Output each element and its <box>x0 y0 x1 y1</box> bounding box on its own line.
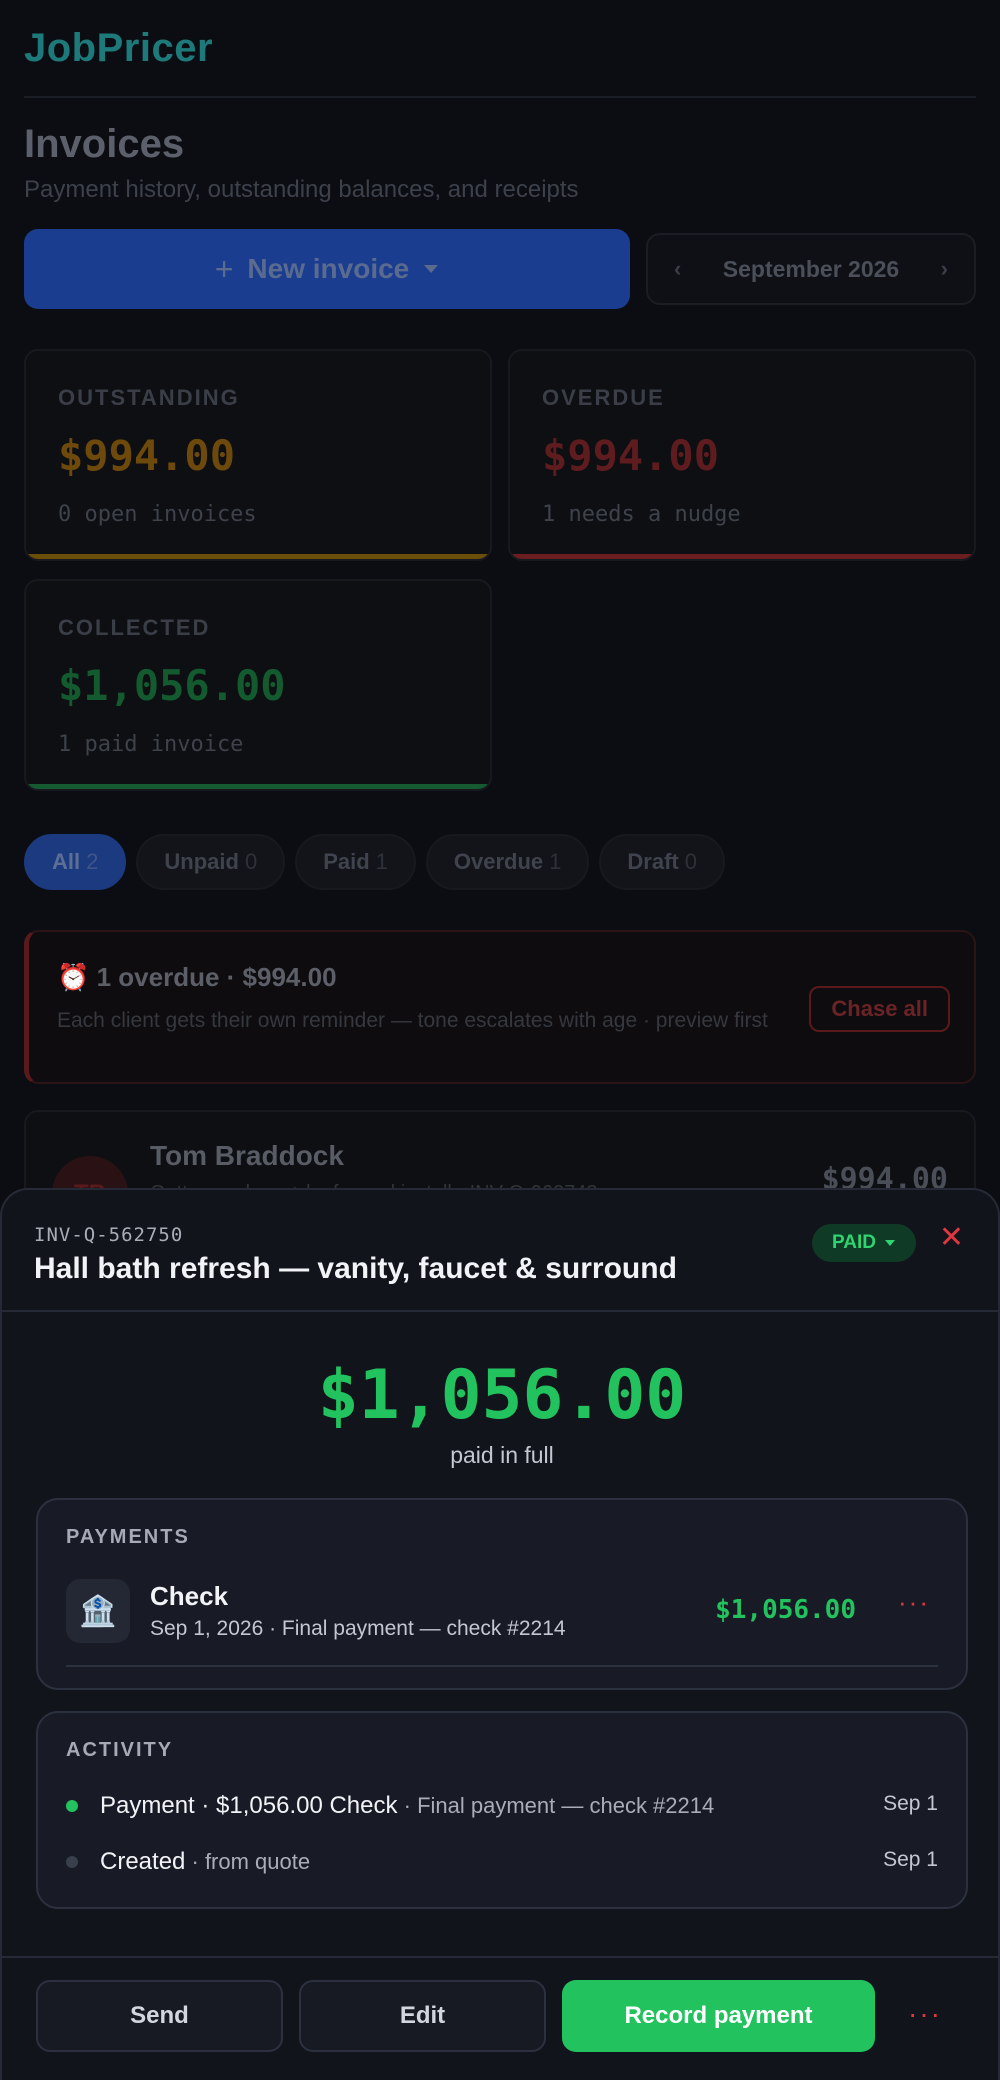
month-label[interactable]: September 2026 <box>723 256 899 283</box>
chip-label: Overdue <box>453 849 544 874</box>
status-dropdown[interactable]: PAID <box>812 1224 916 1262</box>
filter-chip-paid[interactable]: Paid 1 <box>295 834 416 890</box>
more-options-icon[interactable]: ··· <box>908 1998 942 2030</box>
stat-note: 1 paid invoice <box>58 732 244 757</box>
stat-value: $994.00 <box>58 431 236 480</box>
stat-label: OVERDUE <box>542 385 665 410</box>
payment-amount: $1,056.00 <box>715 1595 856 1625</box>
chip-count: 0 <box>244 849 258 874</box>
status-badge: PAID <box>832 1232 876 1253</box>
new-invoice-label: New invoice <box>247 253 410 284</box>
payment-row[interactable]: 🏦 Check Sep 1, 2026 · Final payment — ch… <box>66 1579 938 1645</box>
chip-label: Paid <box>323 849 370 874</box>
status-dot <box>66 1800 78 1812</box>
activity-item: Created · from quote Sep 1 <box>66 1834 938 1890</box>
bank-icon: 🏦 <box>66 1579 130 1643</box>
stat-accent-bar <box>26 784 490 789</box>
filter-chip-all[interactable]: All 2 <box>24 834 127 890</box>
stat-value: $1,056.00 <box>58 661 286 710</box>
chip-count: 0 <box>684 849 698 874</box>
payments-panel: PAYMENTS 🏦 Check Sep 1, 2026 · Final pay… <box>36 1498 968 1690</box>
activity-date: Sep 1 <box>883 1848 938 1871</box>
stat-accent-bar <box>26 554 490 559</box>
payment-meta: Sep 1, 2026 · Final payment — check #221… <box>150 1617 566 1640</box>
activity-panel: ACTIVITY Payment · $1,056.00 Check · Fin… <box>36 1711 968 1909</box>
send-button[interactable]: Send <box>36 1980 283 2052</box>
sheet-footer: Send Edit Record payment ··· <box>2 1956 998 2080</box>
page-subtitle: Payment history, outstanding balances, a… <box>24 176 579 203</box>
stat-accent-bar <box>510 554 974 559</box>
plus-icon: + <box>214 250 234 287</box>
payments-divider <box>66 1665 938 1667</box>
payments-heading: PAYMENTS <box>66 1526 190 1548</box>
stat-card-collected[interactable]: COLLECTED $1,056.00 1 paid invoice <box>24 579 492 791</box>
month-navigator: ‹ September 2026 › <box>646 233 976 305</box>
activity-detail: · from quote <box>185 1849 311 1874</box>
activity-detail: · Final payment — check #2214 <box>397 1793 715 1818</box>
stat-label: OUTSTANDING <box>58 385 240 410</box>
overdue-banner-description: Each client gets their own reminder — to… <box>57 1009 768 1032</box>
chip-count: 1 <box>549 849 562 874</box>
activity-main: Payment · $1,056.00 Check <box>100 1792 398 1819</box>
stat-note: 0 open invoices <box>58 502 257 527</box>
header-divider <box>24 96 976 98</box>
more-options-icon[interactable]: ··· <box>898 1587 930 1618</box>
chip-label: All <box>52 849 81 874</box>
sheet-header: INV-Q-562750 Hall bath refresh — vanity,… <box>2 1190 998 1312</box>
stat-value: $994.00 <box>542 431 720 480</box>
filter-chip-draft[interactable]: Draft 0 <box>599 834 726 890</box>
overdue-title-text: 1 overdue · $994.00 <box>96 962 337 992</box>
invoice-detail-sheet: INV-Q-562750 Hall bath refresh — vanity,… <box>0 1188 1000 2080</box>
payment-status-caption: paid in full <box>450 1442 554 1468</box>
activity-date: Sep 1 <box>883 1792 938 1815</box>
stat-card-outstanding[interactable]: OUTSTANDING $994.00 0 open invoices <box>24 349 492 561</box>
filter-chip-overdue[interactable]: Overdue 1 <box>425 834 590 890</box>
stat-note: 1 needs a nudge <box>542 502 741 527</box>
overdue-banner: ⏰ 1 overdue · $994.00 Each client gets t… <box>24 930 976 1084</box>
edit-button[interactable]: Edit <box>299 1980 546 2052</box>
activity-main: Created <box>100 1848 186 1875</box>
new-invoice-button[interactable]: + New invoice <box>24 229 630 309</box>
activity-heading: ACTIVITY <box>66 1739 174 1761</box>
chase-all-button[interactable]: Chase all <box>809 986 950 1032</box>
chip-count: 2 <box>86 849 99 874</box>
brand-logo[interactable]: JobPricer <box>24 26 213 71</box>
stat-card-overdue[interactable]: OVERDUE $994.00 1 needs a nudge <box>508 349 976 561</box>
filter-chip-unpaid[interactable]: Unpaid 0 <box>136 834 286 890</box>
activity-item: Payment · $1,056.00 Check · Final paymen… <box>66 1778 938 1834</box>
caret-down-icon <box>424 265 439 273</box>
chip-label: Draft <box>627 849 679 874</box>
stat-label: COLLECTED <box>58 615 211 640</box>
page-title: Invoices <box>24 122 185 166</box>
alarm-clock-icon: ⏰ <box>57 962 90 992</box>
status-dot <box>66 1856 78 1868</box>
chip-count: 1 <box>375 849 388 874</box>
chevron-left-icon[interactable]: ‹ <box>674 256 681 282</box>
record-payment-button[interactable]: Record payment <box>562 1980 875 2052</box>
close-icon[interactable]: ✕ <box>939 1220 964 1255</box>
chip-label: Unpaid <box>164 849 239 874</box>
invoice-total: $1,056.00 <box>317 1356 687 1435</box>
filter-chips: All 2 Unpaid 0 Paid 1 Overdue 1 Draft 0 <box>24 834 726 890</box>
payment-method: Check <box>150 1581 229 1611</box>
chevron-right-icon[interactable]: › <box>941 256 948 282</box>
caret-down-icon <box>885 1240 895 1246</box>
